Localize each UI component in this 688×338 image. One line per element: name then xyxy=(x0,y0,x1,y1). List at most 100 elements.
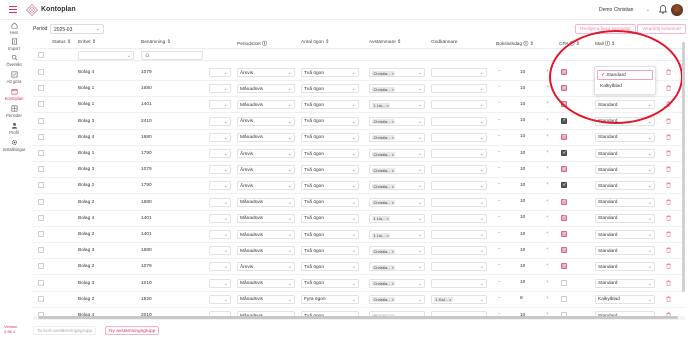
trash-icon[interactable] xyxy=(666,279,671,286)
decrement-button[interactable]: – xyxy=(498,182,501,187)
avstammare-select[interactable]: Christia... × ⌄ xyxy=(369,197,425,207)
antal-ogon-select[interactable]: Två ögon ⌄ xyxy=(301,132,359,142)
increment-button[interactable]: + xyxy=(546,166,549,171)
row-checkbox[interactable] xyxy=(38,214,44,221)
table-row[interactable]: Bolag 2 1920 ⌄ Månadsvis ⌄ Fyra ögon ⌄ Christia… xyxy=(33,292,685,308)
antal-ogon-select[interactable]: Två ögon ⌄ xyxy=(301,197,359,207)
row-checkbox[interactable] xyxy=(38,182,44,189)
mall-select[interactable]: Standard⌄ xyxy=(595,181,655,191)
increment-button[interactable]: + xyxy=(546,101,549,106)
increment-button[interactable]: + xyxy=(546,118,549,123)
status-select[interactable]: ⌄ xyxy=(209,262,231,272)
decrement-button[interactable]: – xyxy=(498,85,501,90)
bokslutsdag-stepper[interactable]: –10 + xyxy=(498,246,550,255)
increment-button[interactable]: + xyxy=(546,231,549,236)
table-row[interactable]: Bolag 1 1790 ⌄ Årsvis ⌄ Två ögon ⌄ Christia... … xyxy=(33,146,685,162)
cpa-checkbox[interactable] xyxy=(561,231,567,237)
mall-select[interactable]: Standard⌄ xyxy=(595,149,655,158)
bokslutsdag-stepper[interactable]: –10 + xyxy=(498,133,550,142)
trash-icon[interactable] xyxy=(666,182,671,189)
avatar[interactable] xyxy=(671,4,683,16)
trash-icon[interactable] xyxy=(666,295,671,302)
cpa-checkbox[interactable] xyxy=(561,198,567,205)
row-checkbox[interactable] xyxy=(38,101,44,108)
godkannare-select[interactable]: ⌄ xyxy=(431,149,487,158)
row-checkbox[interactable] xyxy=(38,263,44,270)
table-row[interactable]: Bolag 2 1680 ⌄ Månadsvis ⌄ Två ögon ⌄ Christia.… xyxy=(33,195,685,211)
decrement-button[interactable]: – xyxy=(498,150,501,155)
avstammare-select[interactable]: Christia... × ⌄ xyxy=(369,262,425,272)
periodicitet-select[interactable]: Månadsvis ⌄ xyxy=(237,278,295,288)
decrement-button[interactable]: – xyxy=(498,280,501,285)
increment-button[interactable]: + xyxy=(546,263,549,268)
horizontal-scrollbar-thumb[interactable] xyxy=(38,316,678,319)
bokslutsdag-stepper[interactable]: –10 + xyxy=(498,230,550,239)
antal-ogon-select[interactable]: Två ögon ⌄ xyxy=(301,230,359,239)
avstammare-select[interactable]: Christia... × ⌄ xyxy=(369,116,425,126)
decrement-button[interactable]: – xyxy=(498,231,501,236)
antal-ogon-select[interactable]: Två ögon ⌄ xyxy=(301,68,359,77)
sidebar-item-perioder[interactable]: Perioder xyxy=(0,105,28,121)
godkannare-select[interactable]: ⌄ xyxy=(431,213,487,223)
status-select[interactable]: ⌄ xyxy=(209,246,231,256)
select-all-checkbox[interactable] xyxy=(38,52,44,58)
increment-button[interactable]: + xyxy=(546,199,549,204)
periodicitet-select[interactable]: Månadsvis ⌄ xyxy=(237,100,295,110)
godkannare-select[interactable]: ⌄ xyxy=(431,181,487,191)
table-row[interactable]: Bolag 2 1790 ⌄ Årsvis ⌄ Två ögon ⌄ Christia... … xyxy=(33,178,685,195)
decrement-button[interactable]: – xyxy=(498,134,501,139)
status-select[interactable]: ⌄ xyxy=(209,132,231,142)
benamning-search-input[interactable] xyxy=(141,50,203,60)
cpa-checkbox[interactable] xyxy=(561,150,567,156)
vertical-scrollbar-thumb[interactable] xyxy=(682,42,685,292)
table-row[interactable]: Bolag 3 1079 ⌄ Årsvis ⌄ Två ögon ⌄ Christia... … xyxy=(33,162,685,179)
godkannare-select[interactable]: ⌄ xyxy=(431,132,487,142)
row-checkbox[interactable] xyxy=(38,117,44,124)
mall-select[interactable]: Standard⌄ xyxy=(595,213,655,223)
trash-icon[interactable] xyxy=(666,198,671,205)
avstammare-select[interactable]: Christia... × ⌄ xyxy=(369,68,425,77)
godkannare-select[interactable]: ⌄ xyxy=(431,116,487,126)
toggle-columns-button[interactable]: Visa/dölj kolumner xyxy=(637,24,687,34)
godkannare-select[interactable]: ⌄ xyxy=(431,278,487,288)
row-checkbox[interactable] xyxy=(38,231,44,237)
avstammare-select[interactable]: Christia... × ⌄ xyxy=(369,84,425,94)
row-checkbox[interactable] xyxy=(38,69,44,75)
increment-button[interactable]: + xyxy=(546,280,549,285)
column-header-enhet[interactable]: Enhet ⇕ xyxy=(78,40,96,45)
sidebar-item-hem[interactable]: Hem xyxy=(0,22,28,38)
row-checkbox[interactable] xyxy=(38,133,44,140)
sidebar-item-profil[interactable]: Profil xyxy=(0,122,28,138)
godkannare-select[interactable]: ⌄ xyxy=(431,230,487,239)
antal-ogon-select[interactable]: Två ögon ⌄ xyxy=(301,149,359,158)
antal-ogon-select[interactable]: Två ögon ⌄ xyxy=(301,165,359,175)
periodicitet-select[interactable]: Månadsvis ⌄ xyxy=(237,84,295,94)
status-select[interactable]: ⌄ xyxy=(209,230,231,239)
table-row[interactable]: Bolag 4 1401 ⌄ Månadsvis ⌄ Två ögon ⌄ 1 Lis... … xyxy=(33,211,685,227)
mall-select[interactable]: Standard⌄ xyxy=(595,230,655,239)
bokslutsdag-stepper[interactable]: –10 + xyxy=(498,279,550,288)
bokslutsdag-stepper[interactable]: –10 + xyxy=(498,181,550,190)
decrement-button[interactable]: – xyxy=(498,166,501,171)
bokslutsdag-stepper[interactable]: –8 + xyxy=(498,295,550,304)
godkannare-select[interactable]: ⌄ xyxy=(431,262,487,272)
status-select[interactable]: ⌄ xyxy=(209,116,231,126)
avstammare-select[interactable]: Christia... × ⌄ xyxy=(369,165,425,175)
status-select[interactable]: ⌄ xyxy=(209,294,231,304)
bokslutsdag-stepper[interactable]: –10 + xyxy=(498,100,550,109)
cpa-checkbox[interactable] xyxy=(561,247,567,254)
increment-button[interactable]: + xyxy=(546,296,549,301)
increment-button[interactable]: + xyxy=(546,215,549,220)
column-header-antal-ogon[interactable]: Antal ögon ⇕ xyxy=(301,40,329,45)
periodicitet-select[interactable]: Årsvis ⌄ xyxy=(237,165,295,175)
status-select[interactable]: ⌄ xyxy=(209,100,231,110)
column-header-benamning[interactable]: Benämning ⇕ xyxy=(141,40,171,45)
row-checkbox[interactable] xyxy=(38,85,44,92)
status-select[interactable]: ⌄ xyxy=(209,149,231,158)
bokslutsdag-stepper[interactable]: –10 + xyxy=(498,117,550,126)
company-select[interactable]: Demo Christian ⌄ xyxy=(596,5,653,15)
table-row[interactable]: Bolag 4 2010 ⌄ Månadsvis ⌄ Två ögon ⌄ Christia.… xyxy=(33,308,685,316)
mall-select[interactable]: Standard⌄ xyxy=(595,132,655,142)
trash-icon[interactable] xyxy=(666,231,671,237)
godkannare-select[interactable]: ⌄ xyxy=(431,197,487,207)
